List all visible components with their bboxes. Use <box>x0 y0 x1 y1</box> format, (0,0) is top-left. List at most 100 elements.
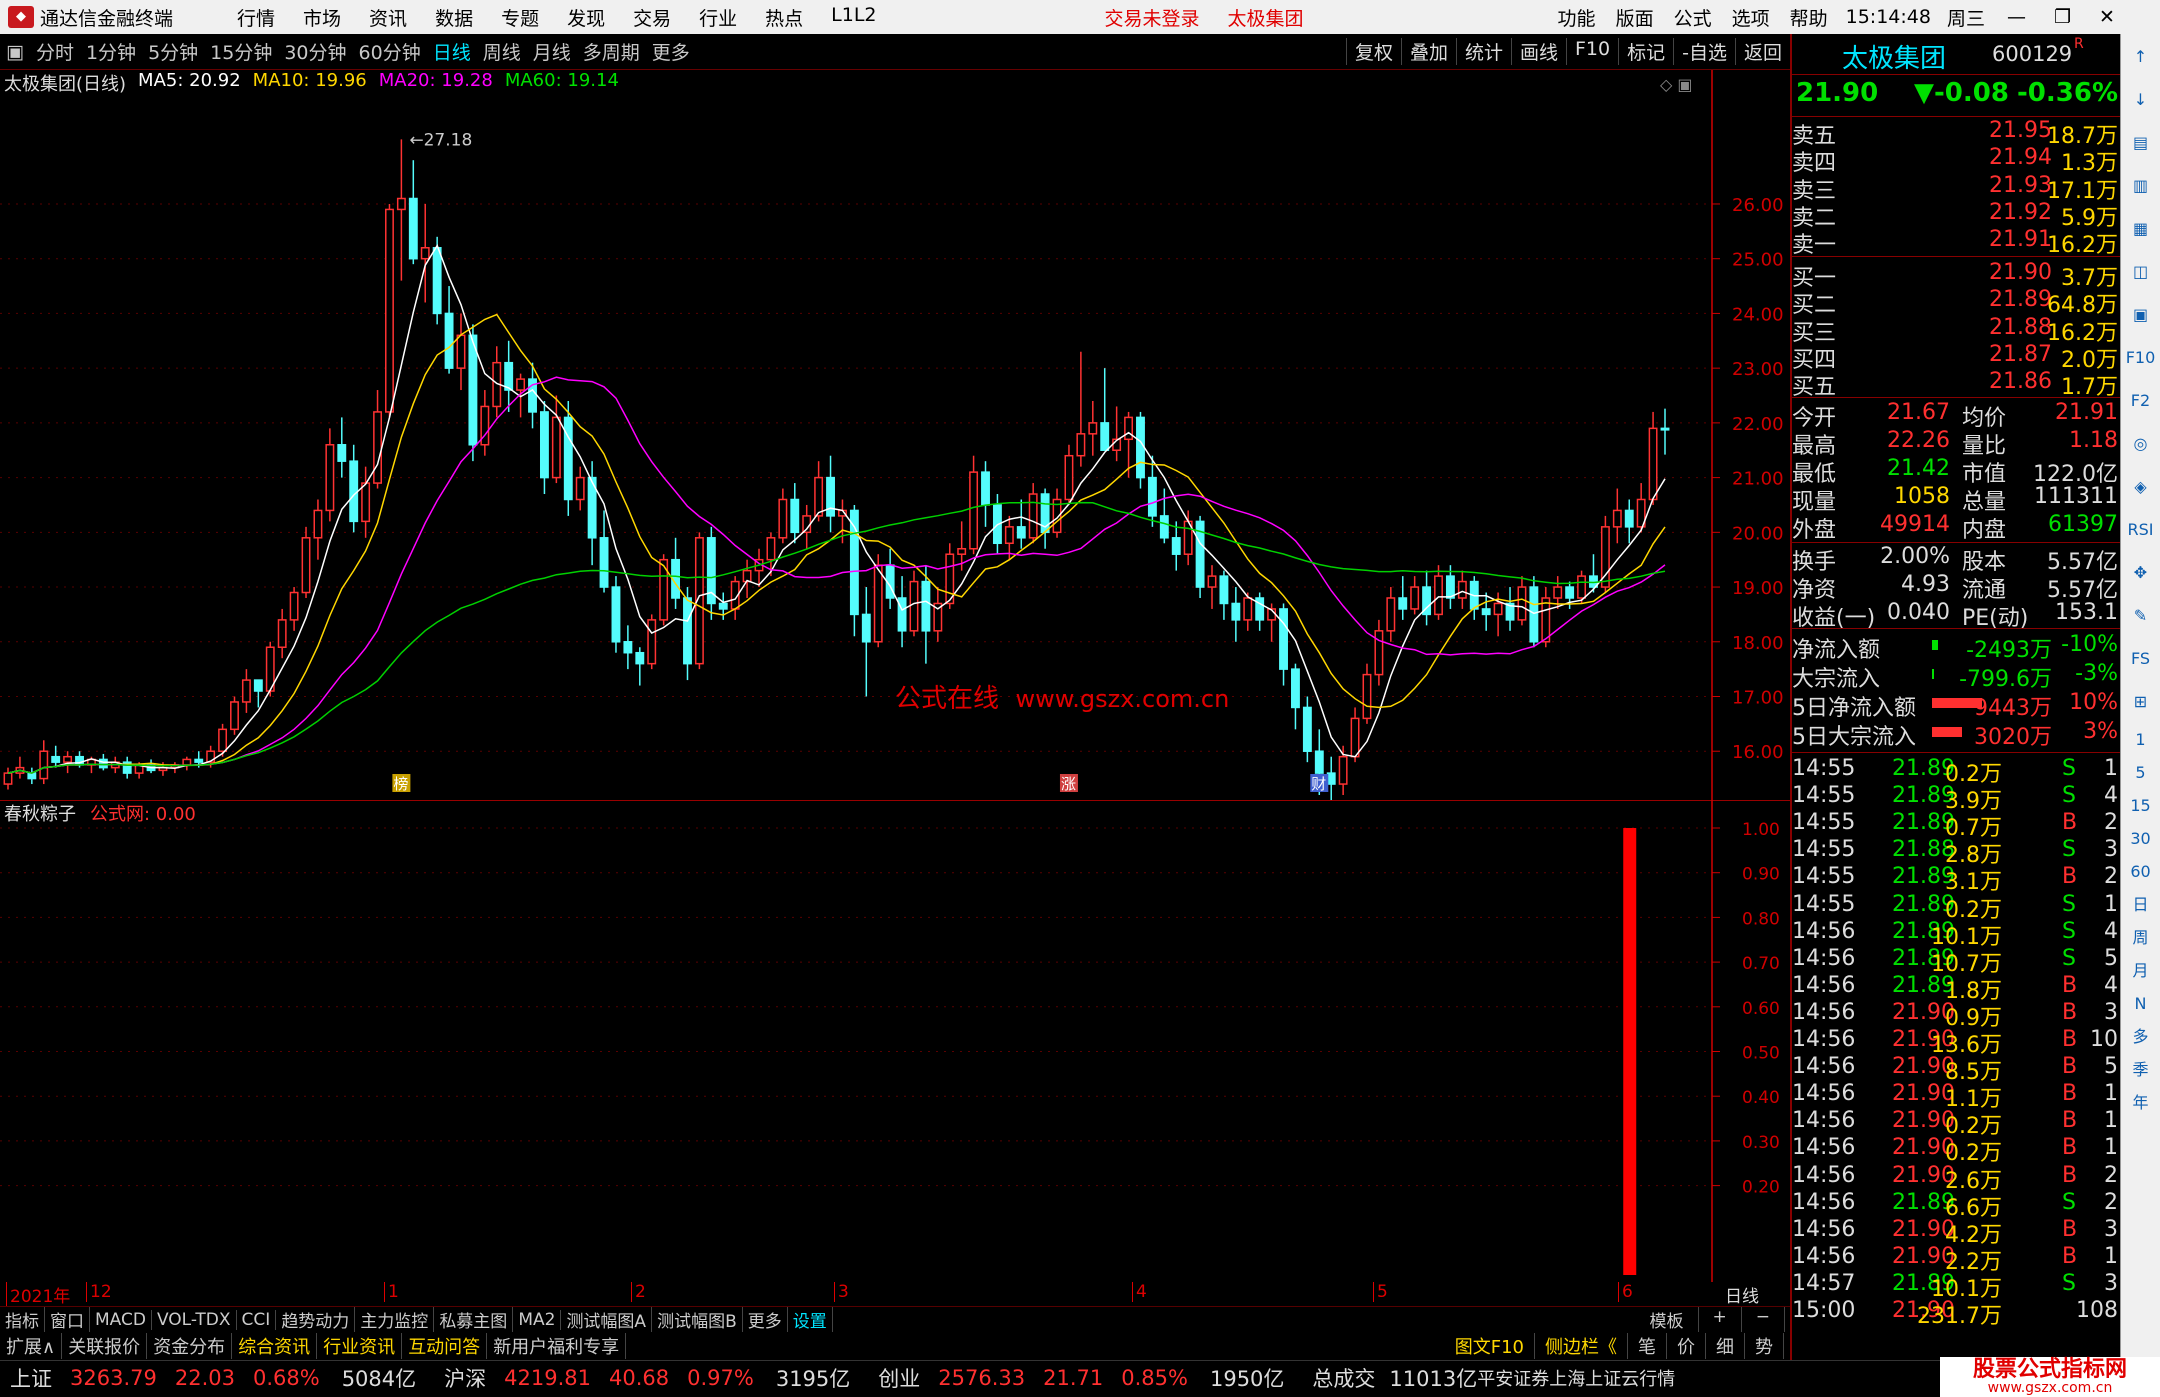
tabs-right-1[interactable]: + <box>1699 1307 1742 1332</box>
side-tool-icon[interactable]: FS <box>2125 639 2157 679</box>
bottom-right-0[interactable]: 图文F10 <box>1445 1333 1535 1359</box>
side-tool-icon[interactable]: 5 <box>2125 758 2157 788</box>
menu-item-7[interactable]: 行业 <box>685 4 751 31</box>
bottom-item-2[interactable]: 资金分布 <box>147 1333 233 1359</box>
indicator-tab-5[interactable]: 趋势动力 <box>276 1307 356 1332</box>
period-tab-1[interactable]: 1分钟 <box>80 38 142 65</box>
toolbar-right-7[interactable]: 返回 <box>1734 38 1790 65</box>
stock-link[interactable]: 太极集团 <box>1214 4 1318 31</box>
trade-status[interactable]: 交易未登录 <box>1091 4 1214 31</box>
side-tool-icon[interactable]: ↓ <box>2125 80 2157 120</box>
side-tool-icon[interactable]: ◫ <box>2125 252 2157 292</box>
period-tab-4[interactable]: 30分钟 <box>278 38 352 65</box>
toolbar-right-4[interactable]: F10 <box>1566 38 1618 65</box>
side-tool-icon[interactable]: ▤ <box>2125 123 2157 163</box>
bottom-right-3[interactable]: 价 <box>1667 1333 1706 1359</box>
minimize-icon[interactable]: — <box>1993 6 2040 28</box>
side-tool-icon[interactable]: ◈ <box>2125 467 2157 507</box>
index-name[interactable]: 上证 <box>10 1363 52 1393</box>
bottom-item-0[interactable]: 扩展∧ <box>0 1333 63 1359</box>
side-tool-icon[interactable]: ▣ <box>2125 295 2157 335</box>
indicator-tab-11[interactable]: 更多 <box>743 1307 788 1332</box>
menu-right-2[interactable]: 公式 <box>1664 4 1722 31</box>
side-tool-icon[interactable]: N <box>2125 989 2157 1019</box>
bottom-item-5[interactable]: 互动问答 <box>402 1333 488 1359</box>
side-tool-icon[interactable]: 季 <box>2125 1055 2157 1085</box>
indicator-tab-4[interactable]: CCI <box>237 1309 277 1330</box>
indicator-tab-10[interactable]: 测试幅图B <box>652 1307 743 1332</box>
toolbar-right-0[interactable]: 复权 <box>1345 38 1401 65</box>
index-name[interactable]: 创业 <box>878 1363 920 1393</box>
toolbar-menu-icon[interactable]: ▣ <box>0 41 30 63</box>
period-tab-10[interactable]: 更多 <box>646 38 696 65</box>
indicator-tab-2[interactable]: MACD <box>90 1309 152 1330</box>
bottom-right-1[interactable]: 侧边栏《 <box>1535 1333 1628 1359</box>
period-tab-6[interactable]: 日线 <box>427 38 477 65</box>
toolbar-right-3[interactable]: 画线 <box>1510 38 1566 65</box>
menu-item-5[interactable]: 发现 <box>553 4 619 31</box>
period-tab-2[interactable]: 5分钟 <box>142 38 204 65</box>
close-icon[interactable]: ✕ <box>2085 6 2129 28</box>
side-tool-icon[interactable]: ◎ <box>2125 424 2157 464</box>
side-tool-icon[interactable]: 月 <box>2125 956 2157 986</box>
period-tab-7[interactable]: 周线 <box>477 38 527 65</box>
tabs-right-2[interactable]: − <box>1742 1307 1785 1332</box>
menu-item-1[interactable]: 市场 <box>289 4 355 31</box>
menu-item-6[interactable]: 交易 <box>619 4 685 31</box>
toolbar-right-5[interactable]: 标记 <box>1618 38 1673 65</box>
side-tool-icon[interactable]: F2 <box>2125 381 2157 421</box>
indicator-tab-9[interactable]: 测试幅图A <box>561 1307 653 1332</box>
side-tool-icon[interactable]: ↑ <box>2125 37 2157 77</box>
bottom-right-4[interactable]: 细 <box>1706 1333 1745 1359</box>
indicator-tab-0[interactable]: 指标 <box>0 1307 45 1332</box>
toolbar-right-1[interactable]: 叠加 <box>1400 38 1456 65</box>
indicator-tab-7[interactable]: 私募主图 <box>434 1307 514 1332</box>
side-tool-icon[interactable]: ▥ <box>2125 166 2157 206</box>
kline-chart[interactable]: 26.00 25.00 24.00 23.00 22.00 21.00 20.00 19.00… <box>0 70 1790 839</box>
quote-header[interactable]: 太极集团 600129 R <box>1792 34 2122 74</box>
period-tab-0[interactable]: 分时 <box>30 38 80 65</box>
side-tool-icon[interactable]: 日 <box>2125 890 2157 920</box>
side-tool-icon[interactable]: ▦ <box>2125 209 2157 249</box>
restore-icon[interactable]: ❐ <box>2040 6 2085 28</box>
side-tool-icon[interactable]: ⊞ <box>2125 682 2157 722</box>
period-tab-9[interactable]: 多周期 <box>577 38 646 65</box>
index-name[interactable]: 沪深 <box>444 1363 486 1393</box>
menu-item-3[interactable]: 数据 <box>421 4 487 31</box>
bottom-item-3[interactable]: 综合资讯 <box>232 1333 318 1359</box>
side-tool-icon[interactable]: ✥ <box>2125 553 2157 593</box>
toolbar-right-6[interactable]: -自选 <box>1673 38 1735 65</box>
period-tab-5[interactable]: 60分钟 <box>353 38 427 65</box>
tabs-right-0[interactable]: 模板 <box>1636 1307 1699 1332</box>
indicator-tab-6[interactable]: 主力监控 <box>355 1307 435 1332</box>
indicator-tab-8[interactable]: MA2 <box>513 1309 562 1330</box>
side-tool-icon[interactable]: RSI <box>2125 510 2157 550</box>
menu-item-8[interactable]: 热点 <box>751 4 817 31</box>
bottom-item-6[interactable]: 新用户福利专享 <box>487 1333 627 1359</box>
menu-item-9[interactable]: L1L2 <box>817 4 890 31</box>
bottom-right-5[interactable]: 势 <box>1745 1333 1784 1359</box>
bottom-item-4[interactable]: 行业资讯 <box>317 1333 403 1359</box>
indicator-tab-1[interactable]: 窗口 <box>45 1307 90 1332</box>
indicator-tab-12[interactable]: 设置 <box>788 1307 833 1332</box>
menu-item-0[interactable]: 行情 <box>223 4 289 31</box>
side-tool-icon[interactable]: 年 <box>2125 1088 2157 1118</box>
side-tool-icon[interactable]: 60 <box>2125 857 2157 887</box>
side-tool-icon[interactable]: 周 <box>2125 923 2157 953</box>
side-tool-icon[interactable]: 1 <box>2125 725 2157 755</box>
menu-right-0[interactable]: 功能 <box>1548 4 1606 31</box>
side-tool-icon[interactable]: 15 <box>2125 791 2157 821</box>
side-tool-icon[interactable]: 30 <box>2125 824 2157 854</box>
menu-item-2[interactable]: 资讯 <box>355 4 421 31</box>
menu-right-4[interactable]: 帮助 <box>1780 4 1838 31</box>
menu-right-3[interactable]: 选项 <box>1722 4 1780 31</box>
side-tool-icon[interactable]: ✎ <box>2125 596 2157 636</box>
bottom-item-1[interactable]: 关联报价 <box>62 1333 148 1359</box>
indicator-tab-3[interactable]: VOL-TDX <box>152 1309 237 1330</box>
menu-right-1[interactable]: 版面 <box>1606 4 1664 31</box>
period-tab-3[interactable]: 15分钟 <box>204 38 278 65</box>
indicator-chart[interactable]: 1.00 0.90 0.80 0.70 0.60 0.50 0.40 0.30 0.20 春秋粽… <box>0 800 1790 1282</box>
side-tool-icon[interactable]: 多 <box>2125 1022 2157 1052</box>
side-tool-icon[interactable]: F10 <box>2125 338 2157 378</box>
indicator-svg[interactable]: 1.00 0.90 0.80 0.70 0.60 0.50 0.40 0.30 0.20 <box>0 800 1790 1282</box>
